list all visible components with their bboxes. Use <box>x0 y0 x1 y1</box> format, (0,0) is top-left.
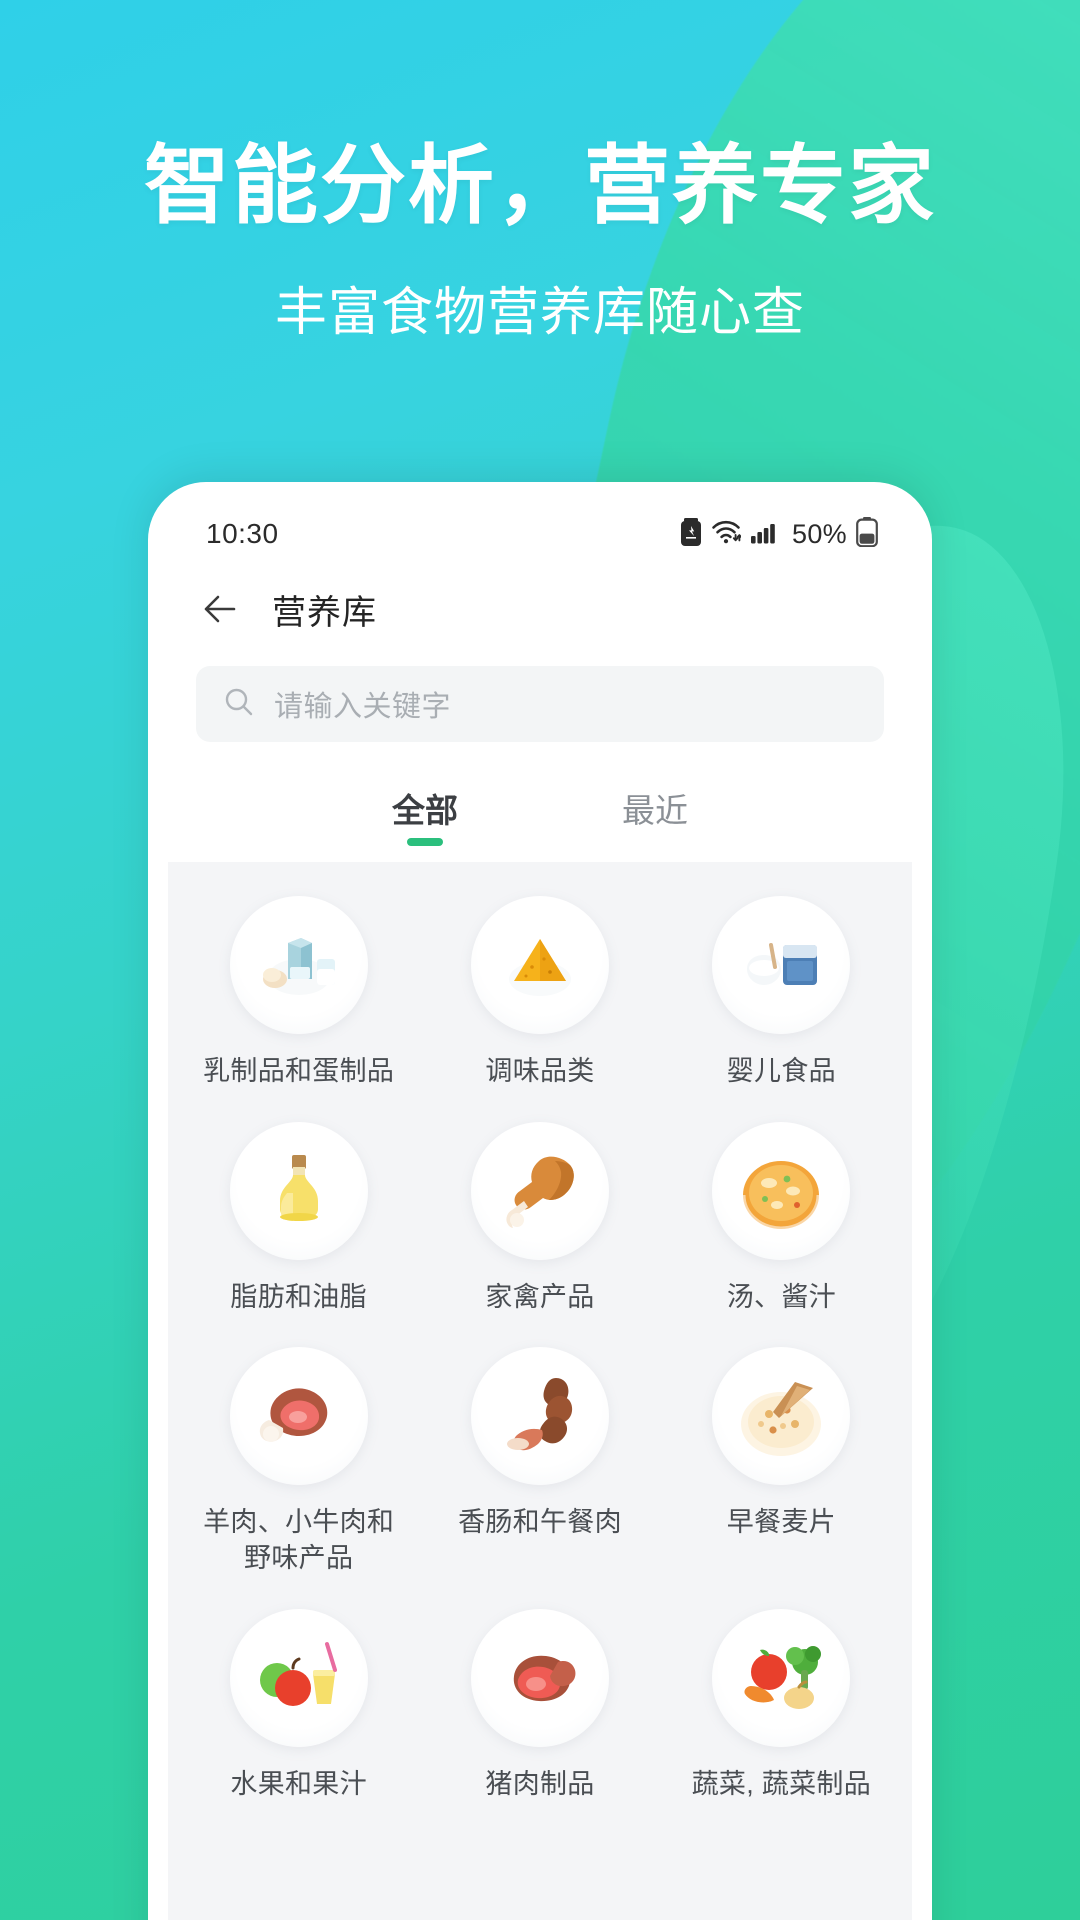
category-item[interactable]: 羊肉、小牛肉和野味产品 <box>178 1339 419 1586</box>
promo-title: 智能分析，营养专家 <box>144 138 936 234</box>
search-icon <box>222 685 256 724</box>
category-label: 猪肉制品 <box>485 1768 595 1799</box>
category-item[interactable]: 调味品类 <box>419 888 660 1100</box>
category-item[interactable]: 水果和果汁 <box>178 1601 419 1813</box>
category-item[interactable]: 脂肪和油脂 <box>178 1114 419 1326</box>
sausage-icon <box>470 1347 609 1486</box>
signal-icon <box>750 519 780 550</box>
battery-saver-icon <box>680 517 702 551</box>
battery-icon <box>856 516 878 552</box>
category-item[interactable]: 蔬菜, 蔬菜制品 <box>661 1601 902 1813</box>
category-label: 汤、酱汁 <box>726 1281 836 1312</box>
category-label: 羊肉、小牛肉和野味产品 <box>203 1507 395 1573</box>
lamb-meat-icon <box>229 1347 368 1486</box>
category-item[interactable]: 婴儿食品 <box>661 888 902 1100</box>
search-placeholder: 请输入关键字 <box>274 691 452 723</box>
chicken-drumstick-icon <box>470 1121 609 1260</box>
soup-bowl-icon <box>712 1121 851 1260</box>
tab-recent[interactable]: 最近 <box>595 784 715 846</box>
category-item[interactable]: 家禽产品 <box>419 1114 660 1326</box>
category-item[interactable]: 乳制品和蛋制品 <box>178 888 419 1100</box>
spice-powder-icon <box>470 896 609 1034</box>
category-item[interactable]: 汤、酱汁 <box>661 1114 902 1326</box>
promo-screenshot: 智能分析，营养专家 丰富食物营养库随心查 10:30 50% 营养库 请输入关键… <box>0 0 1080 1920</box>
battery-percentage-label: 50% <box>792 518 847 549</box>
baby-food-bowl-icon <box>712 896 851 1034</box>
promo-header: 智能分析，营养专家 丰富食物营养库随心查 <box>0 0 1080 345</box>
category-item[interactable]: 猪肉制品 <box>419 1601 660 1813</box>
category-label: 调味品类 <box>485 1056 595 1086</box>
search-input[interactable]: 请输入关键字 <box>196 666 884 742</box>
search-section: 请输入关键字 <box>168 652 912 750</box>
back-arrow-icon[interactable] <box>198 587 242 631</box>
category-label: 水果和果汁 <box>230 1768 367 1799</box>
tab-all[interactable]: 全部 <box>365 784 485 846</box>
page-title: 营养库 <box>272 593 377 632</box>
status-bar-time: 10:30 <box>206 518 279 549</box>
fruit-juice-icon <box>229 1608 368 1747</box>
phone-screen: 10:30 50% 营养库 请输入关键字 全部 最近 乳制品和蛋制品 调味品类 … <box>168 502 912 1920</box>
category-grid: 乳制品和蛋制品 调味品类 婴儿食品 脂肪和油脂 家禽产品 汤、酱汁 羊肉、小牛肉… <box>178 888 902 1812</box>
category-item[interactable]: 香肠和午餐肉 <box>419 1339 660 1586</box>
vegetables-icon <box>712 1608 851 1747</box>
nav-bar: 营养库 <box>168 566 912 652</box>
category-item[interactable]: 早餐麦片 <box>661 1339 902 1586</box>
category-label: 香肠和午餐肉 <box>458 1507 622 1538</box>
oil-bottle-icon <box>229 1121 368 1260</box>
promo-subtitle: 丰富食物营养库随心查 <box>274 284 805 343</box>
status-bar-indicators: 50% <box>680 516 878 552</box>
category-label: 早餐麦片 <box>726 1507 836 1538</box>
category-label: 家禽产品 <box>485 1281 595 1312</box>
wifi-icon <box>711 519 742 550</box>
category-grid-area: 乳制品和蛋制品 调味品类 婴儿食品 脂肪和油脂 家禽产品 汤、酱汁 羊肉、小牛肉… <box>168 862 912 1920</box>
milk-carton-egg-icon <box>229 896 368 1034</box>
cereal-bowl-icon <box>712 1347 851 1486</box>
category-label: 蔬菜, 蔬菜制品 <box>691 1768 872 1799</box>
category-label: 婴儿食品 <box>726 1056 836 1086</box>
category-tabs: 全部 最近 <box>168 750 912 862</box>
pork-icon <box>470 1608 609 1747</box>
phone-mockup-frame: 10:30 50% 营养库 请输入关键字 全部 最近 乳制品和蛋制品 调味品类 … <box>148 482 932 1920</box>
status-bar: 10:30 50% <box>168 502 912 566</box>
category-label: 乳制品和蛋制品 <box>203 1056 395 1086</box>
category-label: 脂肪和油脂 <box>230 1281 367 1312</box>
